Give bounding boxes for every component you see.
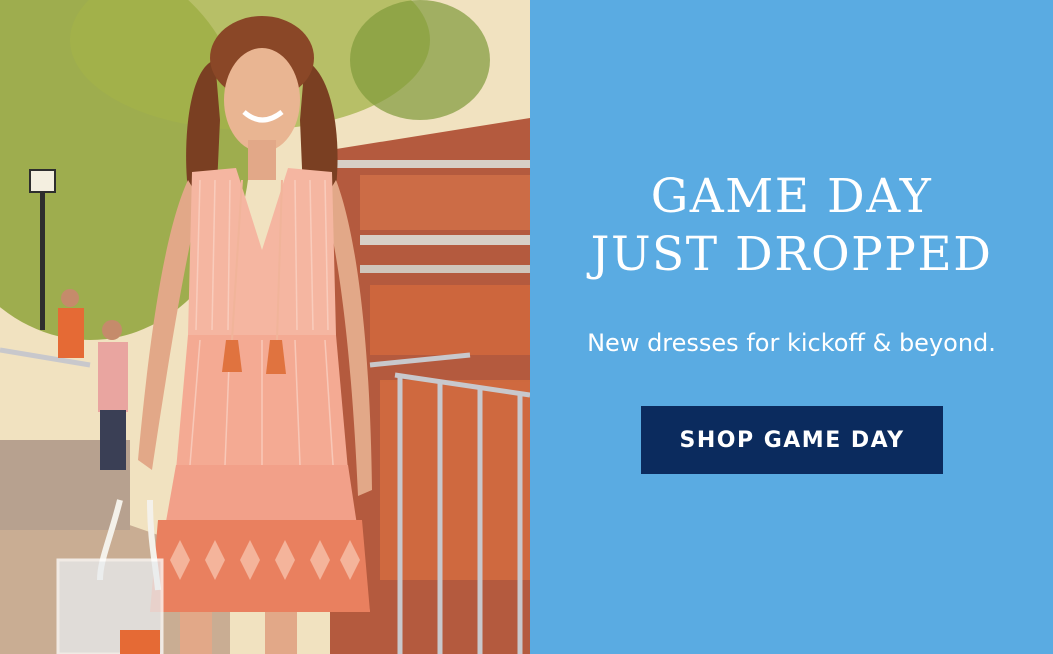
promo-subheadline: New dresses for kickoff & beyond. — [587, 329, 996, 357]
promo-banner[interactable]: GAME DAY JUST DROPPED New dresses for ki… — [0, 0, 1053, 654]
promo-panel: GAME DAY JUST DROPPED New dresses for ki… — [530, 0, 1053, 654]
headline-line-1: GAME DAY — [650, 169, 933, 224]
hero-photo-illustration — [0, 0, 530, 654]
shop-game-day-button[interactable]: SHOP GAME DAY — [641, 406, 943, 474]
promo-headline: GAME DAY JUST DROPPED — [530, 168, 1053, 284]
hero-photo[interactable] — [0, 0, 530, 654]
headline-line-2: JUST DROPPED — [590, 227, 993, 282]
